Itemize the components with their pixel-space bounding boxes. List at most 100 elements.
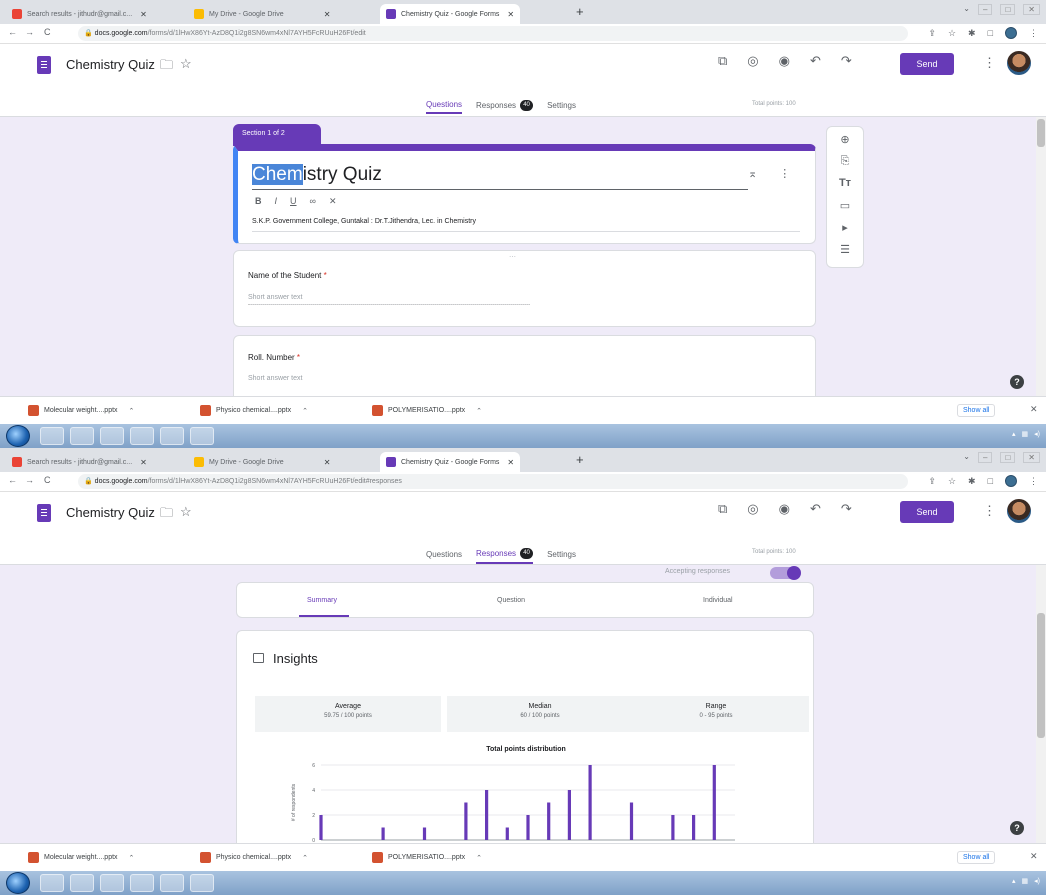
bold-button[interactable]: B xyxy=(255,196,262,207)
new-tab-button[interactable]: + xyxy=(576,5,584,19)
add-question-icon[interactable]: ⊕ xyxy=(838,133,852,146)
preview-eye-icon[interactable]: ◉ xyxy=(779,501,790,517)
download-item[interactable]: Physico chemical....pptx ⌃ xyxy=(200,852,308,863)
url-field[interactable]: 🔒 docs.google.com/forms/d/1lHwX86Yt-AzD8… xyxy=(78,474,908,489)
more-options-icon[interactable]: ⋮ xyxy=(983,503,996,519)
caret-up-icon[interactable]: ⌃ xyxy=(129,854,135,862)
account-avatar[interactable] xyxy=(1007,499,1031,523)
import-questions-icon[interactable]: ⎘ xyxy=(838,155,852,168)
palette-icon[interactable]: ◎ xyxy=(747,501,758,517)
underline-button[interactable]: U xyxy=(290,196,297,207)
tray-icon[interactable]: ▴ xyxy=(1012,430,1016,438)
drag-handle-icon[interactable]: ⋯ xyxy=(509,253,516,261)
menu-icon[interactable]: ⋮ xyxy=(1029,28,1038,39)
taskbar-app-icon[interactable] xyxy=(40,874,64,892)
collapse-icon[interactable]: ⌅ xyxy=(748,167,757,180)
reload-icon[interactable]: C xyxy=(44,475,51,485)
minimize-button[interactable]: – xyxy=(978,452,993,463)
network-icon[interactable]: ▦ xyxy=(1022,877,1029,885)
profile-avatar[interactable] xyxy=(1005,475,1017,487)
back-icon[interactable]: ← xyxy=(8,27,17,37)
forward-icon[interactable]: → xyxy=(25,475,34,485)
add-image-icon[interactable]: ▭ xyxy=(838,199,852,212)
add-section-icon[interactable]: ☰ xyxy=(838,243,852,256)
tab-question[interactable]: Question xyxy=(497,597,525,604)
folder-icon[interactable]: 🗀 xyxy=(160,56,173,78)
scrollbar-thumb[interactable] xyxy=(1037,119,1045,147)
browser-tab-gmail[interactable]: Search results - jithudr@gmail.c... ✕ xyxy=(6,452,153,472)
account-avatar[interactable] xyxy=(1007,51,1031,75)
taskbar-app-icon[interactable] xyxy=(160,427,184,445)
send-button[interactable]: Send xyxy=(900,53,954,75)
taskbar-app-icon[interactable] xyxy=(160,874,184,892)
add-video-icon[interactable]: ▸ xyxy=(838,221,852,234)
form-title-input[interactable]: Chemistry Quiz xyxy=(252,164,382,186)
sidepanel-icon[interactable]: □ xyxy=(988,476,993,486)
document-title[interactable]: Chemistry Quiz xyxy=(66,57,155,72)
title-card[interactable]: Chemistry Quiz ⌅ ⋮ B I U ∞ ✕ S.K.P. Gove… xyxy=(233,144,816,244)
taskbar-app-icon[interactable] xyxy=(190,427,214,445)
document-title[interactable]: Chemistry Quiz xyxy=(66,505,155,520)
question-card[interactable]: ⋯ Name of the Student * Short answer tex… xyxy=(233,250,816,327)
close-icon[interactable]: ✕ xyxy=(324,10,331,19)
accepting-responses-toggle[interactable] xyxy=(770,566,801,580)
add-title-icon[interactable]: Tт xyxy=(838,177,852,189)
caret-up-icon[interactable]: ⌃ xyxy=(302,407,308,415)
addons-icon[interactable]: ⧉ xyxy=(718,53,727,69)
caret-up-icon[interactable]: ⌃ xyxy=(476,854,482,862)
browser-tab-drive[interactable]: My Drive - Google Drive ✕ xyxy=(188,4,336,24)
taskbar-app-icon[interactable] xyxy=(130,874,154,892)
download-item[interactable]: POLYMERISATIO....pptx ⌃ xyxy=(372,852,482,863)
star-icon[interactable]: ☆ xyxy=(948,476,956,487)
addons-icon[interactable]: ⧉ xyxy=(718,501,727,517)
start-button[interactable] xyxy=(6,425,30,447)
browser-tab-forms[interactable]: Chemistry Quiz - Google Forms ✕ xyxy=(380,452,521,472)
close-icon[interactable]: ✕ xyxy=(324,458,331,467)
tab-summary[interactable]: Summary xyxy=(307,597,337,604)
extensions-icon[interactable]: ✱ xyxy=(968,476,976,487)
scrollbar-thumb[interactable] xyxy=(1037,613,1045,738)
tray-icon[interactable]: ▴ xyxy=(1012,877,1016,885)
tab-settings[interactable]: Settings xyxy=(547,550,576,562)
network-icon[interactable]: ▦ xyxy=(1022,430,1029,438)
preview-eye-icon[interactable]: ◉ xyxy=(779,53,790,69)
download-item[interactable]: Molecular weight....pptx ⌃ xyxy=(28,405,134,416)
star-icon[interactable]: ☆ xyxy=(180,504,192,520)
volume-icon[interactable]: ◂) xyxy=(1034,430,1040,438)
undo-icon[interactable]: ↶ xyxy=(810,53,821,69)
form-description[interactable]: S.K.P. Government College, Guntakal : Dr… xyxy=(252,218,476,225)
volume-icon[interactable]: ◂) xyxy=(1034,877,1040,885)
redo-icon[interactable]: ↷ xyxy=(841,53,852,69)
extensions-icon[interactable]: ✱ xyxy=(968,28,976,39)
tab-responses[interactable]: Responses 40 xyxy=(476,100,534,114)
close-icon[interactable]: ✕ xyxy=(1030,404,1038,415)
tab-individual[interactable]: Individual xyxy=(703,597,733,604)
send-button[interactable]: Send xyxy=(900,501,954,523)
show-all-button[interactable]: Show all xyxy=(957,404,996,417)
star-icon[interactable]: ☆ xyxy=(948,28,956,39)
taskbar-app-icon[interactable] xyxy=(70,427,94,445)
close-window-button[interactable]: ✕ xyxy=(1023,4,1040,15)
star-icon[interactable]: ☆ xyxy=(180,56,192,72)
help-icon[interactable]: ? xyxy=(1010,821,1024,835)
forms-logo-icon[interactable] xyxy=(37,504,51,522)
new-tab-button[interactable]: + xyxy=(576,453,584,467)
share-icon[interactable]: ⇪ xyxy=(928,28,936,39)
close-icon[interactable]: ✕ xyxy=(1030,851,1038,862)
download-item[interactable]: POLYMERISATIO....pptx ⌃ xyxy=(372,405,482,416)
browser-tab-gmail[interactable]: Search results - jithudr@gmail.c... ✕ xyxy=(6,4,153,24)
taskbar-app-icon[interactable] xyxy=(100,427,124,445)
maximize-button[interactable]: □ xyxy=(1000,4,1016,15)
taskbar-app-icon[interactable] xyxy=(40,427,64,445)
tab-questions[interactable]: Questions xyxy=(426,550,462,562)
tab-settings[interactable]: Settings xyxy=(547,101,576,113)
palette-icon[interactable]: ◎ xyxy=(747,53,758,69)
close-icon[interactable]: ✕ xyxy=(507,458,514,467)
forms-logo-icon[interactable] xyxy=(37,56,51,74)
maximize-button[interactable]: □ xyxy=(1000,452,1016,463)
start-button[interactable] xyxy=(6,872,30,894)
scrollbar[interactable] xyxy=(1036,117,1046,396)
profile-avatar[interactable] xyxy=(1005,27,1017,39)
close-icon[interactable]: ✕ xyxy=(140,10,147,19)
show-all-button[interactable]: Show all xyxy=(957,851,996,864)
